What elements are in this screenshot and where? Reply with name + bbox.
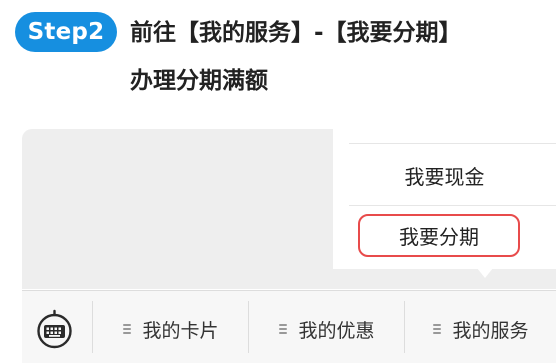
tab-label: 我的卡片 xyxy=(142,319,219,342)
menu-lines-icon xyxy=(122,323,134,335)
popup-pointer xyxy=(477,268,493,278)
keyboard-icon[interactable] xyxy=(32,307,77,352)
tab-label: 我的优惠 xyxy=(298,319,375,342)
bottom-menu-bar: 我的卡片 我的优惠 我的服务 xyxy=(22,290,556,363)
tab-my-cards[interactable]: 我的卡片 xyxy=(93,315,248,343)
menu-divider xyxy=(349,143,556,144)
menu-item-installment[interactable]: 我要分期 xyxy=(358,214,520,257)
step-badge: Step2 xyxy=(15,12,117,52)
menu-item-cash[interactable]: 我要现金 xyxy=(333,164,556,190)
page-subtitle: 办理分期满额 xyxy=(130,68,268,94)
service-popup-menu: 我要现金 我要分期 xyxy=(333,129,556,269)
tab-label: 我的服务 xyxy=(452,319,529,342)
tab-my-offers[interactable]: 我的优惠 xyxy=(249,315,404,343)
menu-divider xyxy=(349,205,556,206)
menu-lines-icon xyxy=(278,323,290,335)
page-title: 前往【我的服务】-【我要分期】 xyxy=(130,20,462,46)
menu-lines-icon xyxy=(432,323,444,335)
step-badge-label: Step2 xyxy=(27,19,105,45)
tab-my-services[interactable]: 我的服务 xyxy=(405,315,556,343)
